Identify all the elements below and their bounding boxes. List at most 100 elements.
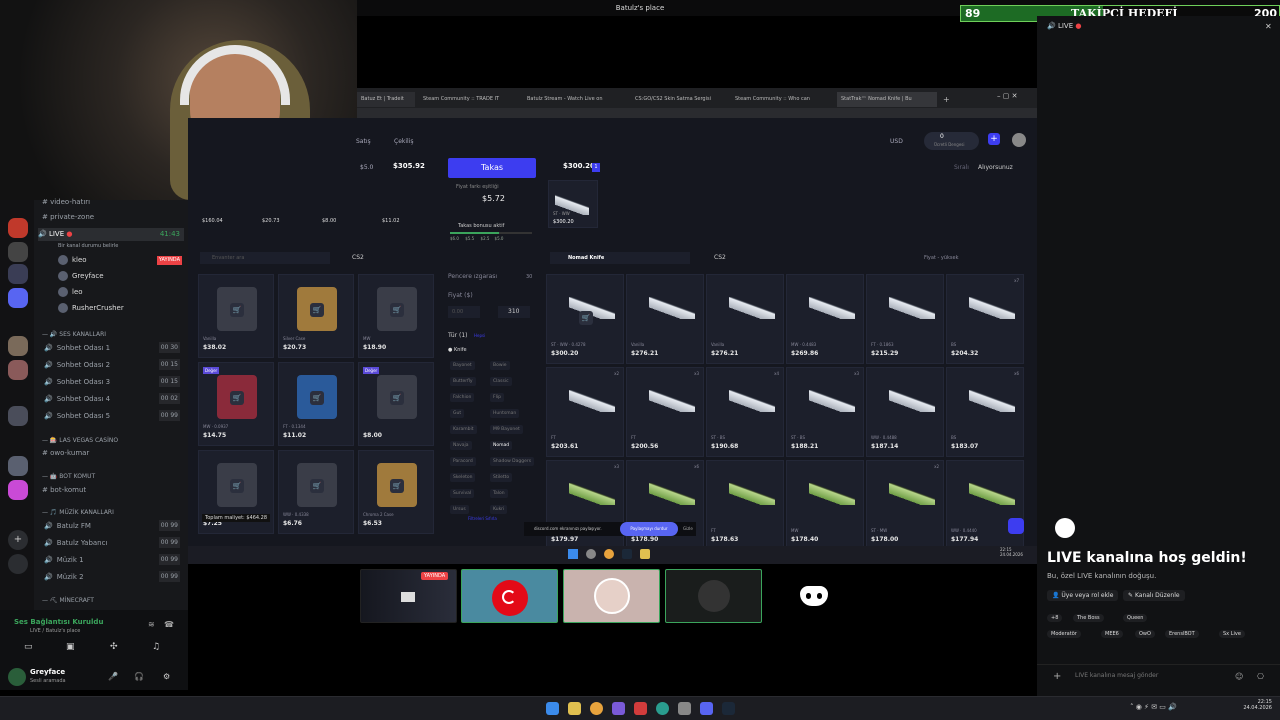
- thumb-rushercrusher[interactable]: [665, 569, 762, 623]
- category-ses[interactable]: — 🔊 SES KANALLARI: [42, 328, 106, 341]
- market-item[interactable]: x3 $179.97: [546, 460, 624, 550]
- cart-icon[interactable]: 🛒: [310, 303, 324, 317]
- market-item[interactable]: x7 BS $204.32: [946, 274, 1024, 364]
- market-item[interactable]: WW · 0.4488 $187.14: [866, 367, 944, 457]
- knife-type-chip[interactable]: Flip: [490, 393, 504, 402]
- cart-icon[interactable]: 🛒: [310, 391, 324, 405]
- member-item[interactable]: Greyface: [58, 270, 182, 283]
- opera-icon[interactable]: [634, 702, 647, 715]
- window-controls[interactable]: – ▢ ✕: [997, 92, 1017, 100]
- market-game-select[interactable]: CS2: [714, 254, 726, 261]
- knife-type-chip[interactable]: Gut: [450, 409, 465, 418]
- edge-icon[interactable]: [656, 702, 669, 715]
- role-chip[interactable]: Moderatör: [1047, 630, 1081, 638]
- thumb-leo[interactable]: [563, 569, 660, 623]
- tray-icons[interactable]: ˄ ◉ ⚡ ✉ ▭ 🔊: [1130, 703, 1177, 711]
- discord-taskbar-icon[interactable]: [700, 702, 713, 715]
- inventory-item[interactable]: 🛒 Değer $8.00: [358, 362, 434, 446]
- market-item[interactable]: MW $178.40: [786, 460, 864, 550]
- add-member-button[interactable]: 👤 Üye veya rol ekle: [1047, 590, 1119, 601]
- browser-tab[interactable]: Batuz Et | Tradeit: [357, 92, 415, 107]
- channel-private-zone[interactable]: # private-zone: [42, 211, 94, 224]
- soundboard-icon[interactable]: ♫: [152, 642, 160, 652]
- knife-type-chip[interactable]: Classic: [490, 377, 512, 386]
- market-item[interactable]: Vanilla $276.21: [626, 274, 704, 364]
- cart-icon[interactable]: 🛒: [390, 391, 404, 405]
- market-item[interactable]: WW · 0.4440 $177.94: [946, 460, 1024, 550]
- server-icon[interactable]: [8, 360, 28, 380]
- app-icon[interactable]: [612, 702, 625, 715]
- knife-type-chip[interactable]: Nomad: [490, 441, 513, 450]
- market-item[interactable]: x4 ST · BS $190.68: [706, 367, 784, 457]
- server-icon[interactable]: [8, 480, 28, 500]
- knife-type-chip[interactable]: Stiletto: [490, 473, 513, 482]
- server-icon[interactable]: [8, 406, 28, 426]
- chrome-icon[interactable]: [590, 702, 603, 715]
- inventory-search-input[interactable]: Envanter ara: [200, 252, 330, 264]
- market-sort[interactable]: Fiyat - yüksek: [924, 255, 958, 261]
- reset-filters[interactable]: Filtreleri Sıfırla: [468, 516, 497, 521]
- market-item[interactable]: x3 ST · BS $188.21: [786, 367, 864, 457]
- balance-pill[interactable]: 0 Ücretli Dengesi: [924, 132, 979, 150]
- nav-satis[interactable]: Satış: [356, 138, 371, 145]
- chat-widget-icon[interactable]: [1008, 518, 1024, 534]
- cart-icon[interactable]: 🛒: [390, 479, 404, 493]
- role-chip[interactable]: ErenslBOT: [1165, 630, 1199, 638]
- user-avatar[interactable]: [8, 668, 26, 686]
- market-item[interactable]: FT · 0.1863 $215.29: [866, 274, 944, 364]
- browser-tab[interactable]: Steam Community :: TRADE IT: [419, 92, 519, 107]
- channel-bot-komut[interactable]: # bot-komut: [42, 484, 86, 497]
- server-icon[interactable]: [8, 242, 28, 262]
- knife-type-chip[interactable]: Bowie: [490, 361, 510, 370]
- member-item[interactable]: RusherCrusher: [58, 302, 182, 315]
- inventory-item[interactable]: 🛒 Vanilla $38.02: [198, 274, 274, 358]
- market-search-input[interactable]: Nomad Knife: [550, 252, 690, 264]
- voice-channel[interactable]: 🔊 Sohbet Odası 4 00 02: [44, 392, 184, 406]
- trade-button[interactable]: Takas: [448, 158, 536, 178]
- headphones-icon[interactable]: 🎧: [134, 672, 144, 681]
- steam-taskbar-icon[interactable]: [722, 702, 735, 715]
- member-item[interactable]: kleo YAYINDA: [58, 254, 182, 267]
- voice-channel[interactable]: 🔊 Sohbet Odası 5 00 99: [44, 409, 184, 423]
- market-item[interactable]: 🛒 ST · WW · 0.4278 $300.20: [546, 274, 624, 364]
- selected-trade-item[interactable]: ST · WW $300.20: [548, 180, 598, 228]
- channel-video-hatiri[interactable]: # video-hatırı: [42, 196, 90, 209]
- cart-icon[interactable]: 🛒: [579, 311, 593, 325]
- inventory-item[interactable]: 🛒 Değer MW · 0.0937 $14.75: [198, 362, 274, 446]
- knife-type-chip[interactable]: Survival: [450, 489, 475, 498]
- noise-suppression-icon[interactable]: ≋: [148, 620, 155, 629]
- cart-icon[interactable]: 🛒: [310, 479, 324, 493]
- browser-tab[interactable]: Steam Community :: Who can: [731, 92, 827, 107]
- knife-type-chip[interactable]: Ursus: [450, 505, 469, 514]
- server-icon[interactable]: [8, 336, 28, 356]
- grid-count[interactable]: 30: [526, 274, 532, 280]
- cart-icon[interactable]: 🛒: [230, 479, 244, 493]
- activity-icon[interactable]: ▣: [66, 642, 75, 652]
- category-minecraft[interactable]: — ⛏ MİNECRAFT: [42, 594, 94, 607]
- edit-channel-button[interactable]: ✎ Kanalı Düzenle: [1123, 590, 1185, 601]
- category-vegas[interactable]: — 🎰 LAS VEGAS CASİNO: [42, 434, 118, 447]
- knife-type-chip[interactable]: Talon: [490, 489, 508, 498]
- type-clear[interactable]: Hepsi: [474, 333, 485, 338]
- cart-icon[interactable]: 🛒: [230, 391, 244, 405]
- voice-channel[interactable]: 🔊 Sohbet Odası 2 00 15: [44, 358, 184, 372]
- server-icon[interactable]: [8, 288, 28, 308]
- server-icon[interactable]: [8, 456, 28, 476]
- voice-channel[interactable]: 🔊 Sohbet Odası 1 00 30: [44, 341, 184, 355]
- thumb-kleo[interactable]: YAYINDA: [360, 569, 457, 623]
- knife-type-chip[interactable]: M9 Bayonet: [490, 425, 523, 434]
- attach-plus-icon[interactable]: +: [1053, 671, 1061, 682]
- voice-channel[interactable]: 🔊 Batulz FM 00 99: [44, 519, 184, 533]
- role-chip[interactable]: Queen: [1123, 614, 1148, 622]
- inventory-item[interactable]: 🛒 Chroma 2 Case $6.53: [358, 450, 434, 534]
- browser-tab[interactable]: StatTrak™ Nomad Knife | Bu: [837, 92, 937, 107]
- market-item[interactable]: x6 BS $183.07: [946, 367, 1024, 457]
- hide-banner-button[interactable]: Gizle: [683, 526, 693, 531]
- app-icon[interactable]: [678, 702, 691, 715]
- knife-type-chip[interactable]: Shadow Daggers: [490, 457, 535, 466]
- role-chip[interactable]: Sx Live: [1219, 630, 1245, 638]
- currency-select[interactable]: USD: [890, 138, 903, 145]
- voice-channel[interactable]: 🔊 Müzik 2 00 99: [44, 570, 184, 584]
- role-chip[interactable]: +8: [1047, 614, 1063, 622]
- server-icon[interactable]: [8, 264, 28, 284]
